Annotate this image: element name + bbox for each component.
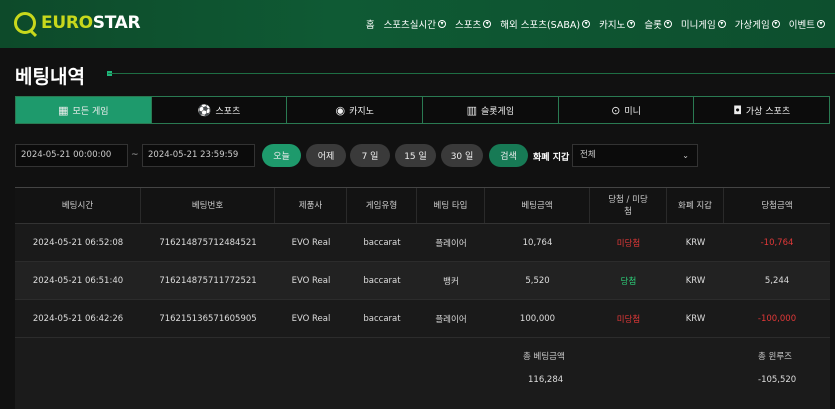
grid-icon: ▦ xyxy=(58,103,69,117)
header-game-type: 게임유형 xyxy=(347,188,417,223)
chevron-down-icon: ▾ xyxy=(771,20,780,28)
tab-casino[interactable]: ◉ 카지노 xyxy=(287,97,424,123)
currency-select-value: 전체 xyxy=(580,150,596,160)
chevron-down-icon: ▾ xyxy=(663,20,672,28)
cell-bet-number: 716214875712484521 xyxy=(159,237,257,248)
chevron-down-icon: ▾ xyxy=(627,20,636,28)
chevron-down-icon: ▾ xyxy=(817,20,825,28)
nav-home[interactable]: 홈 xyxy=(366,17,375,31)
title-divider xyxy=(108,73,835,74)
header-bet-time: 베팅시간 xyxy=(15,188,141,223)
table-row: 2024-05-21 06:51:40 716214875711772521 E… xyxy=(15,262,830,300)
end-date-input[interactable]: 2024-05-21 23:59:59 xyxy=(142,144,255,167)
cell-win-amount: 5,244 xyxy=(764,275,790,286)
7-days-button[interactable]: 7 일 xyxy=(350,144,390,167)
cell-bet-amount: 10,764 xyxy=(522,237,553,248)
header-currency: 화폐 지갑 xyxy=(667,188,724,223)
cell-bet-number: 716214875711772521 xyxy=(159,275,257,286)
cell-game-type: baccarat xyxy=(363,275,401,286)
bet-history-table: 베팅시간 베팅번호 제품사 게임유형 베팅 타입 베팅금액 당첨 / 미당첨 화… xyxy=(15,187,830,409)
cell-result: 당첨 xyxy=(620,276,637,287)
gamepad-icon: ⊙ xyxy=(611,103,621,117)
cell-currency: KRW xyxy=(685,313,706,324)
today-button[interactable]: 오늘 xyxy=(262,144,301,167)
cell-provider: EVO Real xyxy=(291,237,331,248)
top-header: EUROSTAR 홈 스포츠실시간 ▾ 스포츠 ▾ 해외 스포츠(SABA) ▾ 카지… xyxy=(0,0,835,48)
header-result: 당첨 / 미당첨 xyxy=(590,188,667,223)
cell-game-type: baccarat xyxy=(363,313,401,324)
tab-virtual-sports[interactable]: ◘ 가상 스포츠 xyxy=(694,97,830,123)
header-win-amount: 당첨금액 xyxy=(761,200,793,211)
cell-win-amount: -100,000 xyxy=(757,313,797,324)
nav-slot[interactable]: 슬롯 ▾ xyxy=(644,17,672,31)
tab-slot[interactable]: ▥ 슬롯게임 xyxy=(423,97,559,123)
nav-casino[interactable]: 카지노 ▾ xyxy=(599,17,636,31)
cell-bet-type: 플레이어 xyxy=(435,238,467,249)
logo-text: EUROSTAR xyxy=(41,13,141,33)
chevron-down-icon: ▾ xyxy=(438,20,447,28)
header-provider: 제품사 xyxy=(275,188,347,223)
vr-headset-icon: ◘ xyxy=(733,103,742,117)
total-profit-value: -105,520 xyxy=(758,375,797,385)
cell-bet-time: 2024-05-21 06:51:40 xyxy=(32,275,124,286)
tab-all-games[interactable]: ▦ 모든 게임 xyxy=(16,97,152,123)
cell-bet-time: 2024-05-21 06:42:26 xyxy=(32,313,124,324)
date-separator: ~ xyxy=(131,150,139,160)
cell-game-type: baccarat xyxy=(363,237,401,248)
logo-icon xyxy=(14,12,36,34)
cell-currency: KRW xyxy=(685,275,706,286)
soccer-ball-icon: ⚽ xyxy=(197,103,212,117)
total-bet-value: 116,284 xyxy=(528,375,564,385)
start-date-input[interactable]: 2024-05-21 00:00:00 xyxy=(15,144,128,167)
cell-result: 미당첨 xyxy=(616,314,641,325)
nav-sports[interactable]: 스포츠 ▾ xyxy=(455,17,492,31)
table-header: 베팅시간 베팅번호 제품사 게임유형 베팅 타입 베팅금액 당첨 / 미당첨 화… xyxy=(15,187,830,224)
header-bet-number: 베팅번호 xyxy=(141,188,275,223)
game-tabs: ▦ 모든 게임 ⚽ 스포츠 ◉ 카지노 ▥ 슬롯게임 ⊙ 미니 ◘ 가상 스포츠 xyxy=(15,96,830,124)
cell-provider: EVO Real xyxy=(291,275,331,286)
cell-bet-type: 뱅커 xyxy=(443,276,459,287)
search-button[interactable]: 검색 xyxy=(489,144,528,167)
cell-bet-amount: 100,000 xyxy=(519,313,556,324)
table-row: 2024-05-21 06:42:26 716215136571605905 E… xyxy=(15,300,830,338)
total-profit-label: 총 윈루즈 xyxy=(758,352,792,362)
cell-provider: EVO Real xyxy=(291,313,331,324)
30-days-button[interactable]: 30 일 xyxy=(441,144,483,167)
slot-machine-icon: ▥ xyxy=(466,103,477,117)
yesterday-button[interactable]: 어제 xyxy=(306,144,346,167)
tab-sports[interactable]: ⚽ 스포츠 xyxy=(151,97,288,123)
cell-bet-amount: 5,520 xyxy=(525,275,550,286)
cell-win-amount: -10,764 xyxy=(760,237,794,248)
currency-select[interactable]: 전체 ⌄ xyxy=(572,144,698,167)
15-days-button[interactable]: 15 일 xyxy=(395,144,436,167)
table-summary: 총 베팅금액 116,284 총 윈루즈 -105,520 xyxy=(15,338,830,409)
nav-event[interactable]: 이벤트 ▾ xyxy=(789,17,825,31)
chevron-down-icon: ▾ xyxy=(483,20,492,28)
currency-label: 화폐 지갑 xyxy=(533,153,570,163)
cell-bet-number: 716215136571605905 xyxy=(159,313,257,324)
nav-saba[interactable]: 해외 스포츠(SABA) ▾ xyxy=(500,17,591,31)
brand-logo[interactable]: EUROSTAR xyxy=(14,12,141,34)
cell-result: 미당첨 xyxy=(616,238,641,249)
cell-bet-type: 플레이어 xyxy=(435,314,467,325)
header-bet-amount: 베팅금액 xyxy=(485,188,590,223)
cell-currency: KRW xyxy=(685,237,706,248)
chevron-down-icon: ▾ xyxy=(717,20,726,28)
header-bet-type: 베팅 타입 xyxy=(417,188,485,223)
chevron-down-icon: ⌄ xyxy=(682,151,689,160)
total-bet-label: 총 베팅금액 xyxy=(523,352,565,362)
nav-minigame[interactable]: 미니게임 ▾ xyxy=(681,17,726,31)
nav-virtual[interactable]: 가상게임 ▾ xyxy=(735,17,780,31)
cell-bet-time: 2024-05-21 06:52:08 xyxy=(32,237,124,248)
nav-live-sports[interactable]: 스포츠실시간 ▾ xyxy=(384,17,447,31)
page-title: 베팅내역 xyxy=(15,66,85,88)
casino-chip-icon: ◉ xyxy=(335,103,346,117)
table-row: 2024-05-21 06:52:08 716214875712484521 E… xyxy=(15,224,830,262)
chevron-down-icon: ▾ xyxy=(582,20,591,28)
tab-mini[interactable]: ⊙ 미니 xyxy=(558,97,695,123)
main-nav: 홈 스포츠실시간 ▾ 스포츠 ▾ 해외 스포츠(SABA) ▾ 카지노 ▾ 슬롯 ▾ 미니… xyxy=(357,17,825,31)
